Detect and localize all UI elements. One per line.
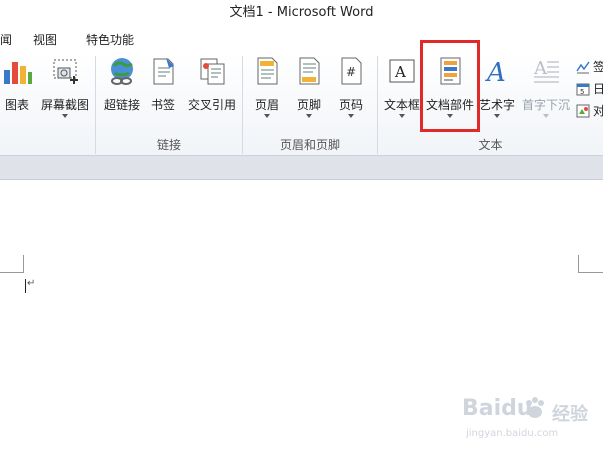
ribbon: 图表 屏幕截图 超链接 书签 交叉引用 链接 页眉 页脚 # 页码 页眉和页脚 … — [0, 52, 603, 156]
paragraph-mark: ↵ — [27, 278, 36, 289]
window-title: 文档1 - Microsoft Word — [0, 0, 603, 26]
hyperlink-label: 超链接 — [103, 98, 140, 112]
cross-reference-label: 交叉引用 — [187, 98, 236, 112]
svg-text:A: A — [394, 63, 406, 81]
footer-label: 页脚 — [296, 98, 321, 112]
paw-icon — [526, 397, 544, 418]
text-box-label: 文本框 — [383, 98, 420, 112]
page-number-icon: # — [341, 57, 362, 85]
wordart-icon: A — [485, 58, 506, 86]
svg-text:A: A — [485, 58, 506, 86]
header-label: 页眉 — [254, 98, 279, 112]
chevron-down-icon — [348, 114, 354, 118]
bookmark-label: 书签 — [150, 98, 175, 112]
drop-cap-icon: A — [533, 58, 559, 83]
text-group-label: 文本 — [478, 138, 503, 152]
screenshot-label: 屏幕截图 — [40, 98, 89, 112]
svg-text:#: # — [346, 65, 356, 79]
ruler-area — [0, 156, 603, 180]
watermark: Baidu 经验 jingyan.baidu.com — [462, 392, 602, 452]
chevron-down-icon — [494, 114, 500, 118]
watermark-brand2: 经验 — [552, 404, 588, 425]
svg-text:5: 5 — [580, 88, 584, 96]
chevron-down-icon — [543, 114, 549, 118]
chevron-down-icon — [62, 114, 68, 118]
footer-icon — [299, 57, 320, 85]
signature-label: 签 — [593, 60, 603, 74]
links-group-label: 链接 — [156, 138, 181, 152]
chevron-down-icon — [399, 114, 405, 118]
signature-icon — [576, 61, 590, 74]
screenshot-icon — [53, 59, 78, 84]
signature-line-button[interactable]: 签 — [576, 58, 603, 75]
calendar-icon: 5 — [576, 83, 590, 96]
chart-icon — [4, 62, 32, 84]
date-time-button[interactable]: 5 日 — [576, 80, 603, 97]
margin-corner-top-left — [0, 255, 24, 273]
object-button[interactable]: 对 — [576, 102, 603, 119]
text-box-icon: A — [389, 59, 415, 83]
highlight-box — [420, 40, 480, 132]
page-number-label: 页码 — [338, 98, 363, 112]
chevron-down-icon — [264, 114, 270, 118]
menu-item-view[interactable]: 视图 — [33, 31, 57, 48]
text-cursor — [25, 279, 26, 293]
menu-item-special-features[interactable]: 特色功能 — [86, 31, 134, 48]
header-footer-group-label: 页眉和页脚 — [279, 138, 340, 152]
object-icon — [576, 104, 590, 118]
chart-label: 图表 — [4, 98, 29, 112]
margin-corner-top-right — [578, 255, 603, 273]
bookmark-icon — [153, 58, 174, 85]
globe-link-icon — [111, 58, 133, 85]
chevron-down-icon — [306, 114, 312, 118]
menu-bar: 闻 视图 特色功能 — [0, 26, 603, 52]
drop-cap-label: 首字下沉 — [521, 98, 570, 112]
wordart-label: 艺术字 — [478, 98, 515, 112]
date-time-label: 日 — [593, 82, 603, 96]
header-icon — [257, 57, 278, 85]
cross-reference-icon — [200, 58, 225, 85]
menu-item-cite[interactable]: 闻 — [0, 31, 12, 48]
object-label: 对 — [593, 104, 603, 118]
watermark-url: jingyan.baidu.com — [466, 428, 559, 439]
svg-text:A: A — [533, 58, 548, 79]
